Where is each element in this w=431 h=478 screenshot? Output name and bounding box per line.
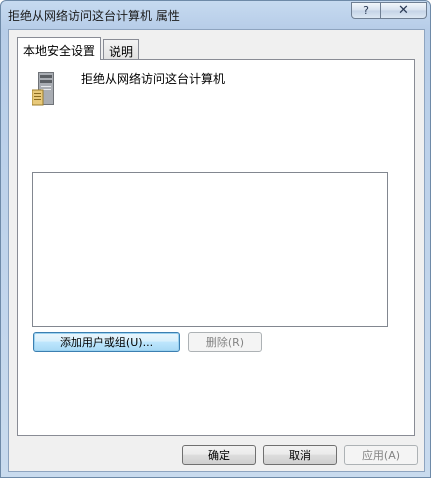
policy-name: 拒绝从网络访问这台计算机 [81, 72, 226, 86]
title-bar[interactable]: 拒绝从网络访问这台计算机 属性 ? ✕ [1, 1, 430, 29]
computer-tower-icon [32, 72, 54, 106]
ok-button[interactable]: 确定 [182, 445, 256, 465]
add-user-or-group-button[interactable]: 添加用户或组(U)... [33, 332, 180, 352]
cancel-button[interactable]: 取消 [263, 445, 337, 465]
tab-explain[interactable]: 说明 [103, 39, 140, 59]
properties-dialog: 拒绝从网络访问这台计算机 属性 ? ✕ 本地安全设置 说明 拒绝从网络访问这台计… [0, 0, 431, 478]
close-icon: ✕ [398, 3, 409, 18]
window-title: 拒绝从网络访问这台计算机 属性 [8, 9, 180, 23]
remove-button[interactable]: 删除(R) [188, 332, 262, 352]
tab-label: 说明 [109, 45, 134, 59]
tab-label: 本地安全设置 [23, 44, 96, 58]
close-button[interactable]: ✕ [380, 2, 427, 19]
dialog-client-area: 本地安全设置 说明 拒绝从网络访问这台计算机 添加用户或组(U)... 删除(R… [8, 29, 425, 472]
user-group-listbox[interactable] [32, 172, 388, 327]
help-button[interactable]: ? [351, 2, 381, 19]
tab-local-security-setting[interactable]: 本地安全设置 [17, 37, 102, 60]
tab-panel: 拒绝从网络访问这台计算机 添加用户或组(U)... 删除(R) [17, 59, 415, 436]
help-icon: ? [363, 4, 369, 17]
apply-button[interactable]: 应用(A) [344, 445, 418, 465]
